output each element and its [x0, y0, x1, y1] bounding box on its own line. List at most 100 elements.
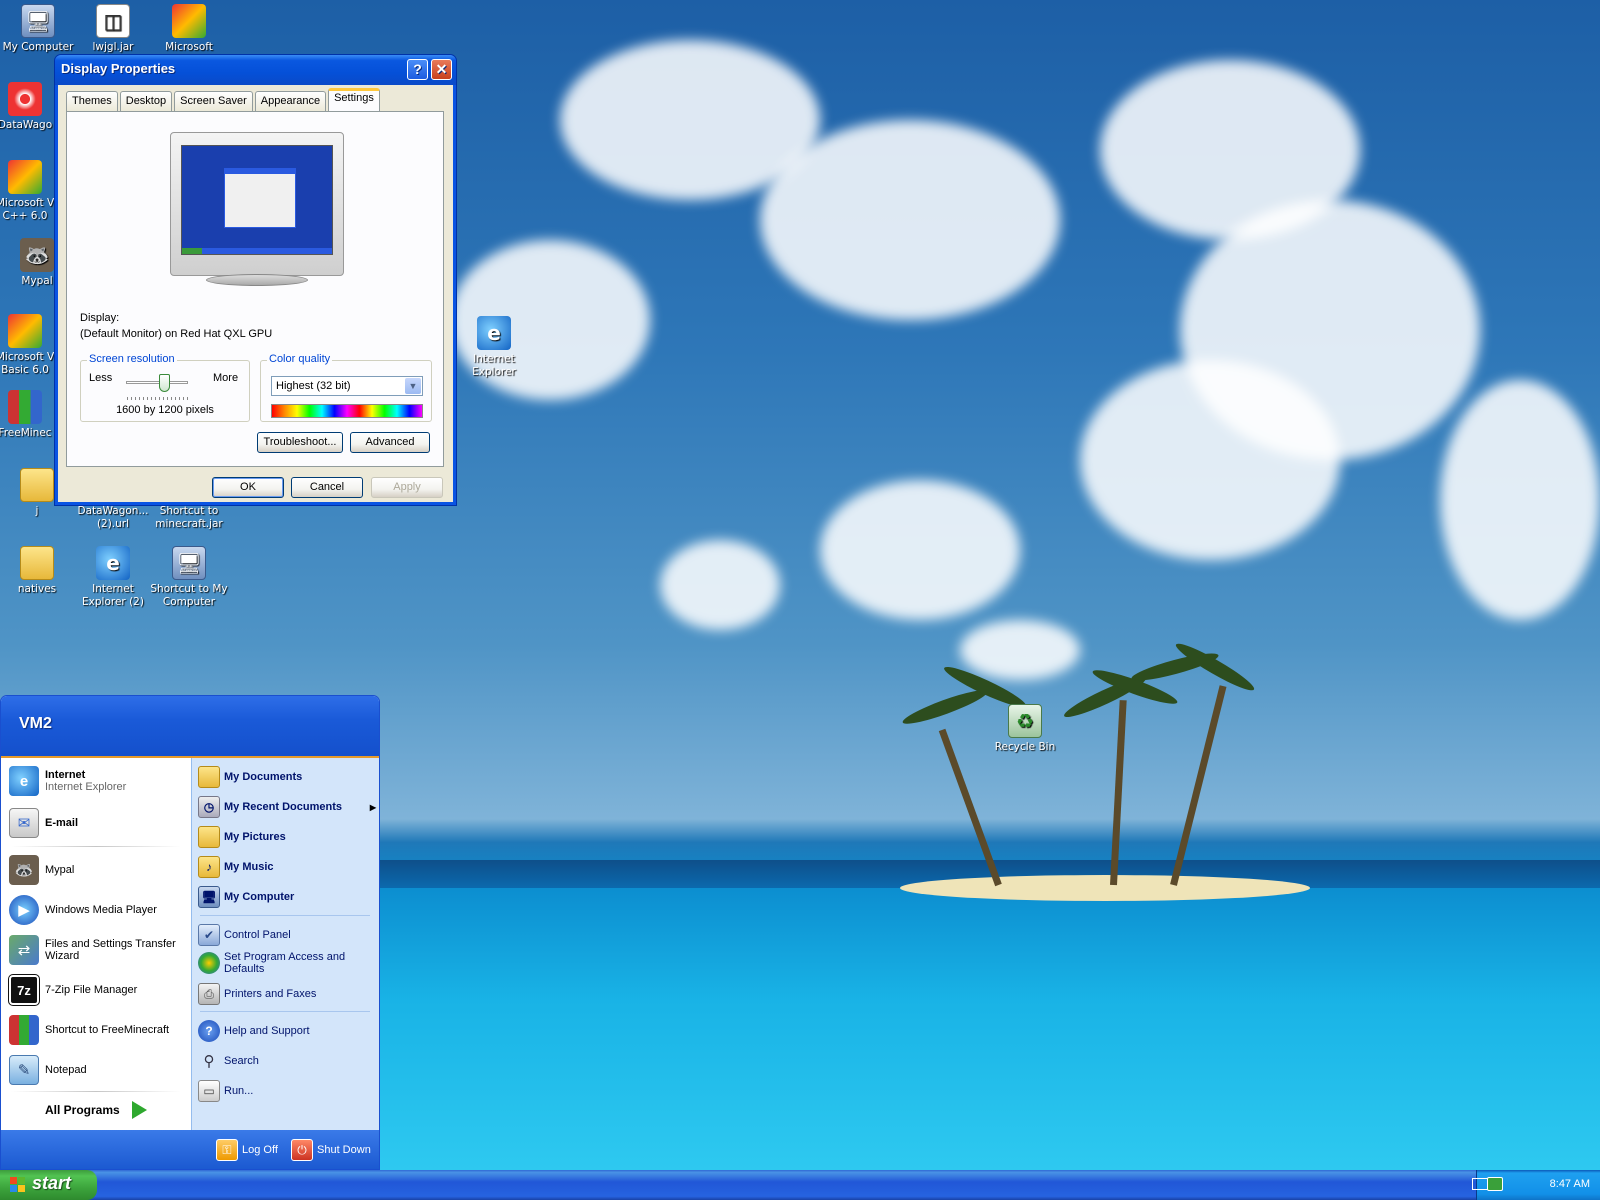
printer-icon: ⎙	[198, 983, 220, 1005]
desktop-icon-datawagon[interactable]: DataWago	[0, 82, 56, 132]
desktop-icon-lwjgl-jar[interactable]: ◫ lwjgl.jar	[74, 4, 152, 54]
menu-control-panel[interactable]: ✔ Control Panel	[198, 924, 291, 946]
menu-label: Help and Support	[224, 1025, 310, 1037]
menu-my-documents[interactable]: My Documents	[198, 766, 302, 788]
recent-transfer-wizard[interactable]: ⇄ Files and Settings Transfer Wizard	[9, 935, 181, 965]
window-titlebar[interactable]: Display Properties ? ✕	[55, 55, 456, 85]
all-programs-button[interactable]: All Programs	[45, 1101, 147, 1119]
log-off-label: Log Off	[242, 1144, 278, 1156]
settings-panel: Display: (Default Monitor) on Red Hat QX…	[66, 111, 444, 467]
desktop-icon-datawagon-url[interactable]: DataWagon... (2).url	[74, 505, 152, 531]
menu-my-computer[interactable]: 🖥 My Computer	[198, 886, 294, 908]
color-quality-value: Highest (32 bit)	[276, 380, 351, 392]
tab-themes[interactable]: Themes	[66, 91, 118, 111]
apply-button[interactable]: Apply	[371, 477, 443, 498]
pinned-subtitle: Internet Explorer	[45, 781, 127, 793]
chevron-down-icon[interactable]: ▼	[405, 378, 421, 394]
desktop-icon-visual-cpp[interactable]: Microsoft V C++ 6.0	[0, 160, 56, 223]
separator	[11, 846, 181, 847]
menu-run[interactable]: ▭ Run...	[198, 1080, 253, 1102]
desktop-icon-label: DataWago	[0, 119, 53, 131]
menu-label: Set Program Access and Defaults	[224, 951, 346, 975]
taskbar: start 8:47 AM	[0, 1170, 1600, 1200]
tab-screen-saver[interactable]: Screen Saver	[174, 91, 253, 111]
color-quality-select[interactable]: Highest (32 bit) ▼	[271, 376, 423, 396]
ok-button[interactable]: OK	[212, 477, 284, 498]
island	[900, 875, 1310, 901]
pinned-title: Internet	[45, 769, 86, 781]
resolution-slider-track[interactable]	[126, 381, 188, 384]
recent-media-player[interactable]: ▶ Windows Media Player	[9, 895, 157, 925]
tab-appearance[interactable]: Appearance	[254, 91, 327, 111]
menu-my-pictures[interactable]: My Pictures	[198, 826, 286, 848]
datawagon-icon	[8, 82, 42, 116]
recent-freeminecraft[interactable]: Shortcut to FreeMinecraft	[9, 1015, 169, 1045]
menu-set-program-access[interactable]: Set Program Access and Defaults	[198, 951, 368, 975]
log-off-button[interactable]: ⚿ Log Off	[216, 1139, 278, 1161]
resolution-less-label: Less	[89, 372, 113, 384]
display-properties-window[interactable]: Display Properties ? ✕ Themes Desktop Sc…	[54, 54, 457, 506]
start-button[interactable]: start	[0, 1170, 97, 1200]
desktop-icon-label: DataWagon... (2).url	[77, 505, 149, 530]
recent-mypal[interactable]: 🦝 Mypal	[9, 855, 74, 885]
pinned-internet[interactable]: e Internet Internet Explorer	[9, 766, 126, 796]
desktop-icon-internet-explorer[interactable]: e Internet Explorer	[455, 316, 533, 379]
desktop-icon-label: My Computer	[2, 41, 74, 53]
separator	[11, 1091, 181, 1092]
media-player-icon: ▶	[9, 895, 39, 925]
desktop-icon-my-computer[interactable]: 🖥 My Computer	[0, 4, 77, 54]
arrow-right-icon	[131, 1101, 147, 1119]
menu-help-support[interactable]: ? Help and Support	[198, 1020, 310, 1042]
cloud	[760, 120, 1060, 320]
desktop-icon-label: Internet Explorer	[472, 353, 516, 378]
resolution-more-label: More	[213, 372, 239, 384]
desktop-icon-recycle-bin[interactable]: ♻ Recycle Bin	[986, 704, 1064, 754]
cancel-button[interactable]: Cancel	[291, 477, 363, 498]
menu-my-recent-documents[interactable]: ◷ My Recent Documents ▶	[198, 796, 376, 818]
clock[interactable]: 8:47 AM	[1550, 1178, 1590, 1190]
folder-icon	[20, 546, 54, 580]
pinned-email[interactable]: ✉ E-mail	[9, 808, 78, 838]
recent-notepad[interactable]: ✎ Notepad	[9, 1055, 87, 1085]
recent-label: Notepad	[45, 1064, 87, 1076]
run-icon: ▭	[198, 1080, 220, 1102]
tab-desktop[interactable]: Desktop	[119, 91, 173, 111]
advanced-button[interactable]: Advanced	[350, 432, 430, 453]
desktop-icon-minecraft-shortcut[interactable]: Shortcut to minecraft.jar	[150, 505, 228, 531]
troubleshoot-button[interactable]: Troubleshoot...	[257, 432, 343, 453]
menu-printers-faxes[interactable]: ⎙ Printers and Faxes	[198, 983, 316, 1005]
network-icon[interactable]	[1487, 1177, 1503, 1191]
menu-label: Run...	[224, 1085, 254, 1097]
color-quality-group: Color quality Highest (32 bit) ▼	[260, 353, 432, 422]
display-label: Display:	[80, 312, 120, 324]
desktop-icon-visual-basic[interactable]: Microsoft V Basic 6.0	[0, 314, 56, 377]
mypal-icon: 🦝	[20, 238, 54, 272]
help-button[interactable]: ?	[407, 59, 428, 80]
my-computer-shortcut-icon: 🖥	[172, 546, 206, 580]
internet-explorer-icon: e	[9, 766, 39, 796]
folder-icon	[20, 468, 54, 502]
tab-settings[interactable]: Settings	[328, 88, 380, 111]
start-menu[interactable]: VM2 e Internet Internet Explorer ✉ E-mai…	[0, 695, 380, 1170]
desktop-icon-label: Microsoft V Basic 6.0	[0, 351, 55, 376]
close-button[interactable]: ✕	[431, 59, 452, 80]
desktop-icon-label: Mypal	[21, 275, 53, 287]
desktop-icon-my-computer-shortcut[interactable]: 🖥 Shortcut to My Computer	[150, 546, 228, 609]
keyboard-icon[interactable]	[1472, 1178, 1488, 1190]
start-menu-header: VM2	[1, 696, 379, 758]
start-label: start	[32, 1173, 72, 1193]
menu-my-music[interactable]: ♪ My Music	[198, 856, 274, 878]
desktop-icon-natives-folder[interactable]: natives	[0, 546, 76, 596]
palm-trunk	[1110, 700, 1127, 886]
desktop-icon-label: Shortcut to My Computer	[150, 583, 228, 608]
recent-label: Mypal	[45, 864, 75, 876]
resolution-slider-thumb[interactable]	[159, 374, 170, 392]
pictures-icon	[198, 826, 220, 848]
window-title: Display Properties	[61, 61, 176, 76]
desktop-icon-freeminecraft[interactable]: FreeMinec	[0, 390, 56, 440]
desktop-icon-internet-explorer-2[interactable]: e Internet Explorer (2)	[74, 546, 152, 609]
recent-7zip[interactable]: 7z 7-Zip File Manager	[8, 974, 137, 1006]
menu-search[interactable]: ⚲ Search	[198, 1050, 259, 1072]
menu-label: My Music	[224, 861, 274, 873]
shut-down-button[interactable]: ⏻ Shut Down	[291, 1139, 371, 1161]
